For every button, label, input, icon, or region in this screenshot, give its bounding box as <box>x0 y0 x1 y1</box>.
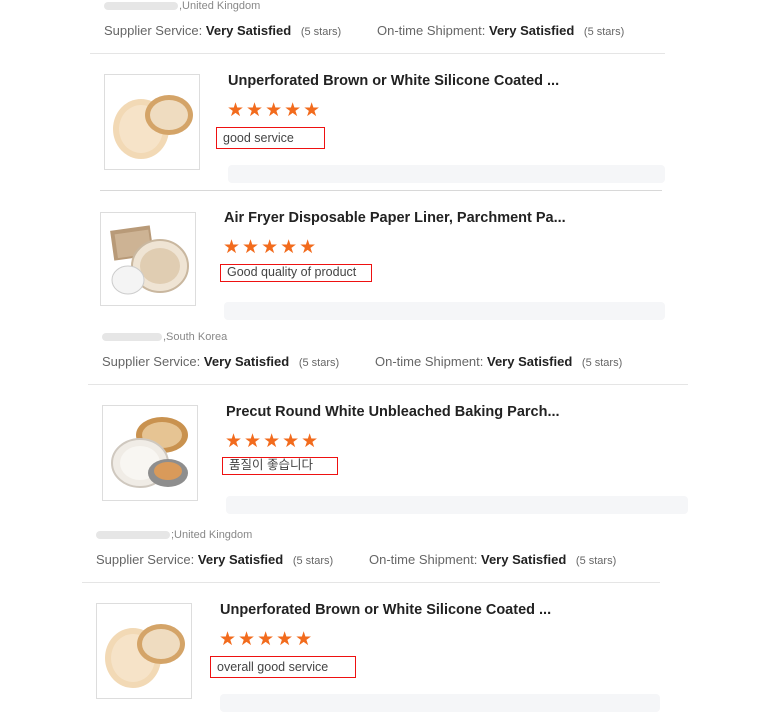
review-star-rating: ★★★★★ <box>225 431 321 452</box>
review-comment: Good quality of product <box>220 264 372 282</box>
reviewer-location: ,South Korea <box>102 331 227 343</box>
divider <box>100 190 662 191</box>
supplier-service-stars-text: (5 stars) <box>300 26 342 38</box>
review-footer-bar <box>220 694 660 712</box>
review-star-rating: ★★★★★ <box>223 237 319 258</box>
divider <box>90 53 665 54</box>
product-title[interactable]: Precut Round White Unbleached Baking Par… <box>226 404 560 420</box>
supplier-service-stars-text: (5 stars) <box>298 357 340 369</box>
supplier-service-stars-text: (5 stars) <box>292 555 334 567</box>
review-comment: overall good service <box>210 656 356 678</box>
supplier-service-rating: Supplier Service: Very Satisfied (5 star… <box>104 23 341 38</box>
baking-paper-rounds-icon <box>111 417 188 488</box>
shipment-label: On-time Shipment: <box>377 23 486 38</box>
review-comment: good service <box>216 127 325 149</box>
supplier-service-value: Very Satisfied <box>203 354 290 369</box>
supplier-service-rating: Supplier Service: Very Satisfied (5 star… <box>102 354 339 369</box>
location-text: ,South Korea <box>163 331 228 343</box>
shipment-label: On-time Shipment: <box>375 354 484 369</box>
paper-liner-bowl-icon <box>105 624 185 688</box>
product-image[interactable] <box>104 74 200 170</box>
shipment-rating: On-time Shipment: Very Satisfied (5 star… <box>375 354 622 369</box>
shipment-value: Very Satisfied <box>489 23 575 38</box>
reviewer-location: ,United Kingdom <box>104 0 260 12</box>
review-comment: 품질이 좋습니다 <box>222 457 338 475</box>
supplier-service-label: Supplier Service: <box>102 354 201 369</box>
shipment-value: Very Satisfied <box>487 354 573 369</box>
product-image[interactable] <box>102 405 198 501</box>
review-footer-bar <box>228 165 665 183</box>
supplier-service-value: Very Satisfied <box>197 552 284 567</box>
location-text: ;United Kingdom <box>171 529 253 541</box>
product-image[interactable] <box>100 212 196 306</box>
shipment-rating: On-time Shipment: Very Satisfied (5 star… <box>369 552 616 567</box>
supplier-service-rating: Supplier Service: Very Satisfied (5 star… <box>96 552 333 567</box>
supplier-service-label: Supplier Service: <box>104 23 203 38</box>
product-image[interactable] <box>96 603 192 699</box>
divider <box>82 582 660 583</box>
product-title[interactable]: Unperforated Brown or White Silicone Coa… <box>228 73 559 89</box>
location-text: ,United Kingdom <box>179 0 261 12</box>
reviewer-location: ;United Kingdom <box>96 529 252 541</box>
paper-liner-stack-icon <box>110 225 189 295</box>
shipment-stars-text: (5 stars) <box>575 555 617 567</box>
supplier-service-value: Very Satisfied <box>205 23 292 38</box>
review-footer-bar <box>224 302 665 320</box>
supplier-service-label: Supplier Service: <box>96 552 195 567</box>
shipment-stars-text: (5 stars) <box>581 357 623 369</box>
shipment-value: Very Satisfied <box>481 552 567 567</box>
shipment-rating: On-time Shipment: Very Satisfied (5 star… <box>377 23 624 38</box>
review-footer-bar <box>226 496 688 514</box>
product-title[interactable]: Unperforated Brown or White Silicone Coa… <box>220 602 551 618</box>
divider <box>88 384 688 385</box>
shipment-label: On-time Shipment: <box>369 552 478 567</box>
paper-liner-bowl-icon <box>113 95 193 159</box>
review-star-rating: ★★★★★ <box>219 629 315 650</box>
product-title[interactable]: Air Fryer Disposable Paper Liner, Parchm… <box>224 210 566 226</box>
review-star-rating: ★★★★★ <box>227 100 323 121</box>
shipment-stars-text: (5 stars) <box>583 26 625 38</box>
